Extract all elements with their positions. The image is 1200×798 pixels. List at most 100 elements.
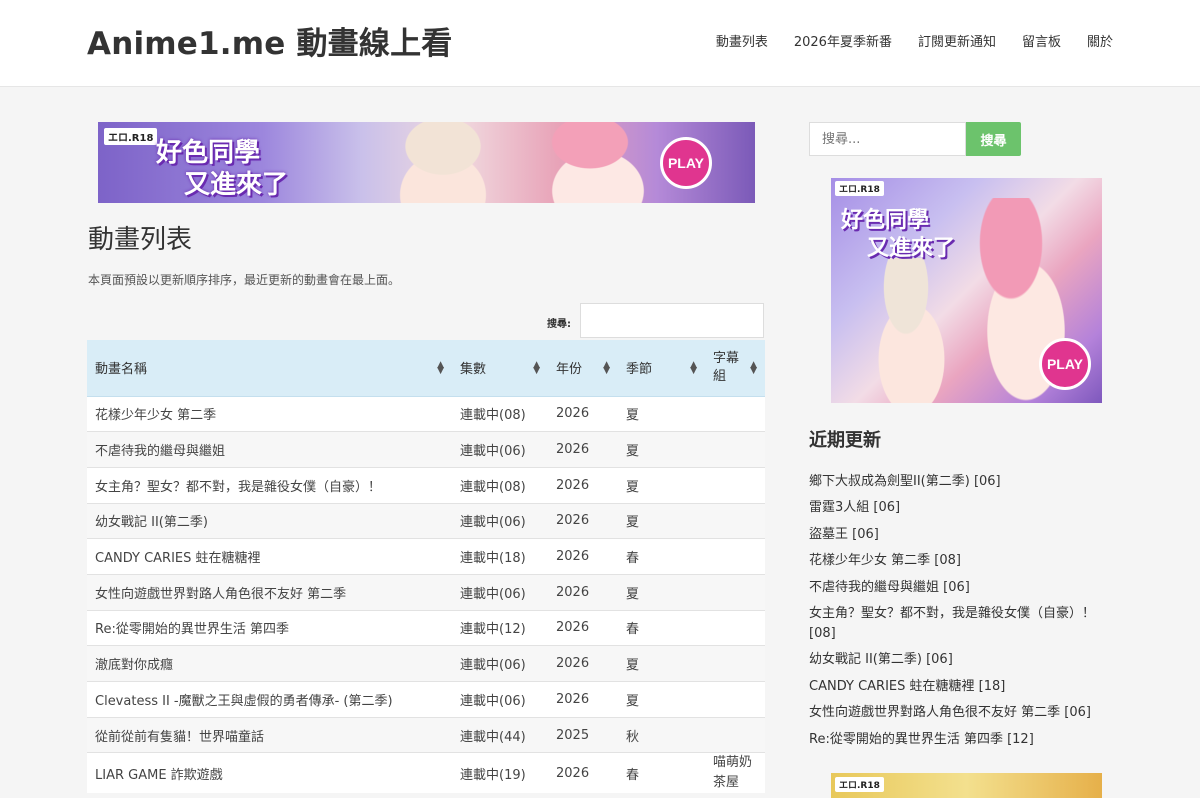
table-row[interactable]: 女性向遊戲世界對路人角色很不友好 第二季 連載中(06) 2026 夏 <box>87 573 765 611</box>
sidebar-banner-ad[interactable]: エロ.R18 好色同學 又進來了 PLAY <box>831 178 1102 403</box>
recent-update-link[interactable]: 雷霆3人組 [06] <box>809 498 1109 518</box>
top-banner-ad[interactable]: エロ.R18 好色同學 又進來了 PLAY <box>98 122 755 203</box>
anime-name-cell[interactable]: 女主角？聖女？都不對，我是雜役女僕（自豪）！ <box>87 466 452 504</box>
table-row[interactable]: CANDY CARIES 蛀在糖糖裡 連載中(18) 2026 春 <box>87 538 765 575</box>
sidebar-search-button[interactable]: 搜尋 <box>966 122 1021 156</box>
table-row[interactable]: Re:從零開始的異世界生活 第四季 連載中(12) 2026 春 <box>87 609 765 646</box>
anime-name-cell[interactable]: 幼女戰記 II(第二季) <box>87 502 452 539</box>
subgroup-cell <box>705 395 765 432</box>
play-button[interactable]: PLAY <box>660 137 712 189</box>
banner-title: 又進來了 <box>184 170 289 200</box>
play-button[interactable]: PLAY <box>1039 338 1091 390</box>
subgroup-cell: 喵萌奶茶屋 <box>705 752 765 794</box>
recent-update-link[interactable]: Re:從零開始的異世界生活 第四季 [12] <box>809 730 1109 750</box>
anime-name-cell[interactable]: LIAR GAME 詐欺遊戲 <box>87 752 452 794</box>
table-row[interactable]: LIAR GAME 詐欺遊戲 連載中(19) 2026 春喵萌奶茶屋 <box>87 752 765 794</box>
anime-name-cell[interactable]: Re:從零開始的異世界生活 第四季 <box>87 609 452 646</box>
table-row[interactable]: Clevatess II -魔獸之王與虛假的勇者傳承- (第二季) 連載中(06)… <box>87 681 765 718</box>
year-cell: 2026 <box>548 502 618 539</box>
year-cell: 2026 <box>548 395 618 432</box>
column-header-subgroup[interactable]: 字幕組 ▲ ▼ <box>705 340 765 397</box>
table-row[interactable]: 花樣少年少女 第二季 連載中(08) 2026 夏 <box>87 395 765 432</box>
recent-update-link[interactable]: 花樣少年少女 第二季 [08] <box>809 551 1109 571</box>
column-header-year[interactable]: 年份 ▲ ▼ <box>548 340 618 397</box>
anime-name-cell[interactable]: 女性向遊戲世界對路人角色很不友好 第二季 <box>87 573 452 611</box>
year-cell: 2026 <box>548 609 618 646</box>
subgroup-cell <box>705 716 765 753</box>
sort-icon: ▲ ▼ <box>437 359 444 376</box>
nav-item-about[interactable]: 關於 <box>1087 31 1113 50</box>
column-header-season[interactable]: 季節 ▲ ▼ <box>618 340 705 397</box>
year-cell: 2026 <box>548 538 618 575</box>
recent-update-link[interactable]: 幼女戰記 II(第二季) [06] <box>809 650 1109 670</box>
episodes-cell: 連載中(06) <box>452 431 548 468</box>
subgroup-cell <box>705 645 765 682</box>
table-row[interactable]: 澈底對你成癮 連載中(06) 2026 夏 <box>87 645 765 682</box>
anime-name-cell[interactable]: 澈底對你成癮 <box>87 645 452 682</box>
recent-update-link[interactable]: 不虐待我的繼母與繼姐 [06] <box>809 578 1109 598</box>
episodes-cell: 連載中(08) <box>452 466 548 504</box>
season-cell: 夏 <box>618 645 705 682</box>
column-header-episodes[interactable]: 集數 ▲ ▼ <box>452 340 548 397</box>
recent-updates-list: 鄉下大叔成為劍聖II(第二季) [06] 雷霆3人組 [06] 盜墓王 [06] 花樣… <box>809 472 1109 756</box>
year-cell: 2026 <box>548 431 618 468</box>
nav-item-anime-list[interactable]: 動畫列表 <box>716 31 768 50</box>
nav-item-subscribe[interactable]: 訂閱更新通知 <box>918 31 996 50</box>
season-cell: 春 <box>618 538 705 575</box>
subgroup-cell <box>705 573 765 611</box>
season-cell: 夏 <box>618 681 705 718</box>
nav-item-guestbook[interactable]: 留言板 <box>1022 31 1061 50</box>
subgroup-cell <box>705 538 765 575</box>
recent-update-link[interactable]: CANDY CARIES 蛀在糖糖裡 [18] <box>809 677 1109 697</box>
nav-item-summer-season[interactable]: 2026年夏季新番 <box>794 31 892 50</box>
season-cell: 夏 <box>618 395 705 432</box>
season-cell: 春 <box>618 609 705 646</box>
anime-name-cell[interactable]: 花樣少年少女 第二季 <box>87 395 452 432</box>
recent-update-link[interactable]: 鄉下大叔成為劍聖II(第二季) [06] <box>809 472 1109 492</box>
table-row[interactable]: 女主角？聖女？都不對，我是雜役女僕（自豪）！ 連載中(08) 2026 夏 <box>87 466 765 504</box>
episodes-cell: 連載中(06) <box>452 502 548 539</box>
sidebar-search-input[interactable] <box>809 122 966 156</box>
recent-update-link[interactable]: 盜墓王 [06] <box>809 525 1109 545</box>
season-cell: 夏 <box>618 466 705 504</box>
subgroup-cell <box>705 431 765 468</box>
recent-update-link[interactable]: 女主角？聖女？都不對，我是雜役女僕（自豪）！[08] <box>809 604 1109 644</box>
banner-character-image <box>518 122 678 203</box>
site-title[interactable]: Anime1.me 動畫線上看 <box>87 18 452 63</box>
episodes-cell: 連載中(19) <box>452 752 548 794</box>
banner-character-image <box>851 258 961 403</box>
recent-update-link[interactable]: 女性向遊戲世界對路人角色很不友好 第二季 [06] <box>809 703 1109 723</box>
season-cell: 秋 <box>618 716 705 753</box>
anime-name-cell[interactable]: 從前從前有隻貓！世界喵童話 <box>87 716 452 753</box>
recent-updates-title: 近期更新 <box>809 430 881 451</box>
anime-name-cell[interactable]: Clevatess II -魔獸之王與虛假的勇者傳承- (第二季) <box>87 681 452 718</box>
episodes-cell: 連載中(06) <box>452 573 548 611</box>
year-cell: 2026 <box>548 645 618 682</box>
table-search-input[interactable] <box>580 303 764 338</box>
column-header-name[interactable]: 動畫名稱 ▲ ▼ <box>87 340 452 397</box>
episodes-cell: 連載中(18) <box>452 538 548 575</box>
sort-icon: ▲ ▼ <box>603 359 610 376</box>
page-description: 本頁面預設以更新順序排序，最近更新的動畫會在最上面。 <box>88 273 401 287</box>
table-row[interactable]: 從前從前有隻貓！世界喵童話 連載中(44) 2025 秋 <box>87 716 765 753</box>
anime-name-cell[interactable]: 不虐待我的繼母與繼姐 <box>87 431 452 468</box>
season-cell: 夏 <box>618 502 705 539</box>
anime-table: 動畫名稱 ▲ ▼ 集數 ▲ ▼ 年份 ▲ ▼ 季節 ▲ ▼ 字幕組 ▲ ▼ 花樣少年少女 第二季 連載… <box>87 340 765 794</box>
season-cell: 夏 <box>618 573 705 611</box>
sidebar-banner-ad-2[interactable]: エロ.R18 <box>831 773 1102 798</box>
banner-character-image <box>368 122 518 203</box>
subgroup-cell <box>705 466 765 504</box>
table-row[interactable]: 不虐待我的繼母與繼姐 連載中(06) 2026 夏 <box>87 431 765 468</box>
banner-badge: エロ.R18 <box>835 181 884 196</box>
season-cell: 春 <box>618 752 705 794</box>
subgroup-cell <box>705 609 765 646</box>
banner-badge: エロ.R18 <box>104 128 158 145</box>
table-row[interactable]: 幼女戰記 II(第二季) 連載中(06) 2026 夏 <box>87 502 765 539</box>
episodes-cell: 連載中(44) <box>452 716 548 753</box>
sort-icon: ▲ ▼ <box>750 359 757 376</box>
site-header: Anime1.me 動畫線上看 動畫列表 2026年夏季新番 訂閱更新通知 留言… <box>0 0 1200 87</box>
season-cell: 夏 <box>618 431 705 468</box>
banner-title: 又進來了 <box>867 236 956 261</box>
anime-name-cell[interactable]: CANDY CARIES 蛀在糖糖裡 <box>87 538 452 575</box>
banner-badge: エロ.R18 <box>835 777 884 792</box>
